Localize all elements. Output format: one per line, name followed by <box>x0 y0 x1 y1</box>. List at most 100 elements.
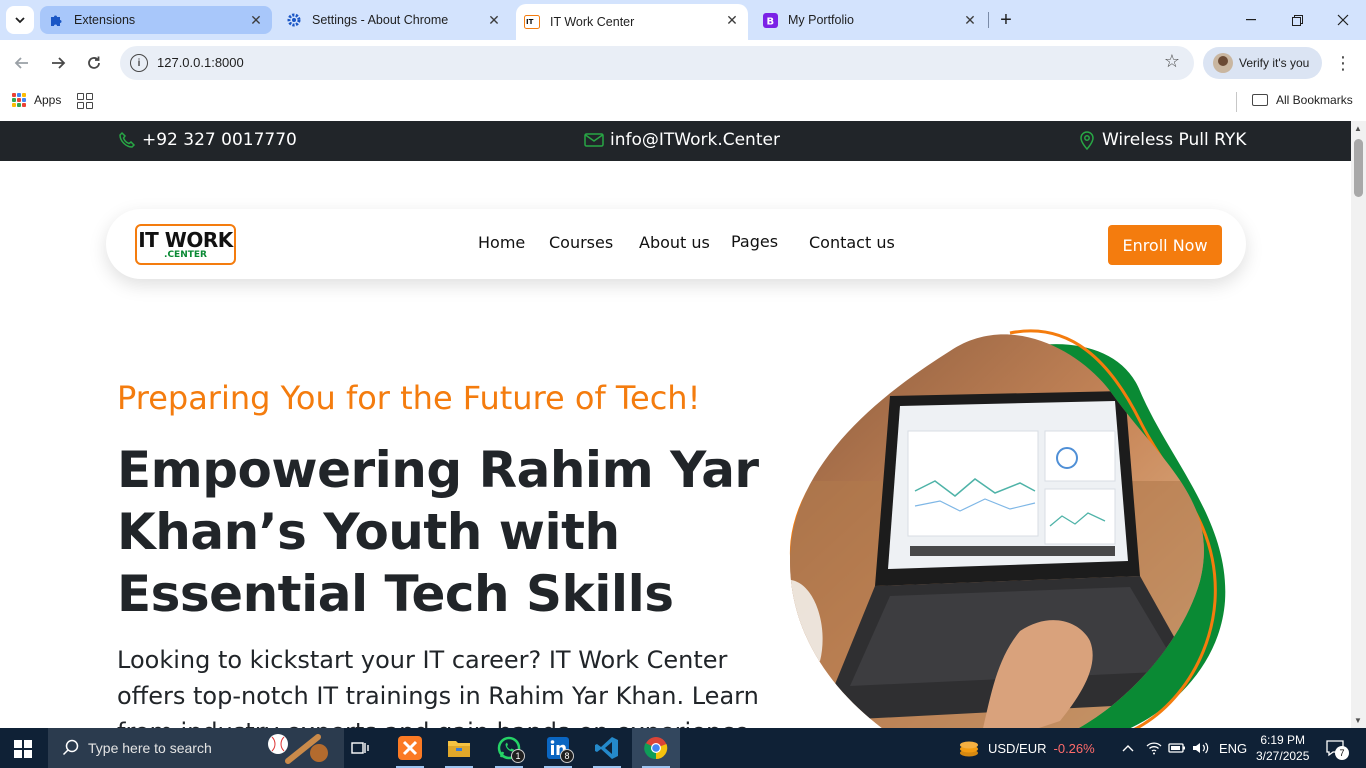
tab-title: IT Work Center <box>550 15 635 29</box>
clock-time: 6:19 PM <box>1260 733 1306 747</box>
coins-icon <box>960 741 978 757</box>
bootstrap-icon: B <box>762 12 778 28</box>
nav-home[interactable]: Home <box>478 233 525 252</box>
search-placeholder: Type here to search <box>88 740 212 756</box>
browser-toolbar: i 127.0.0.1:8000 ☆ Verify it's you ⋮ <box>0 40 1366 86</box>
nav-courses[interactable]: Courses <box>549 233 613 252</box>
all-bookmarks-label: All Bookmarks <box>1276 93 1353 107</box>
map-pin-icon <box>1080 131 1094 150</box>
bookmark-apps-label: Apps <box>34 93 62 107</box>
main-navbar: IT WORK .CENTER Home Courses About us Pa… <box>106 209 1246 279</box>
linkedin-badge: 8 <box>560 749 574 763</box>
scroll-down-icon[interactable]: ▼ <box>1354 716 1362 725</box>
tab-separator <box>988 12 989 28</box>
avatar <box>1213 53 1233 73</box>
page-scrollbar[interactable]: ▲ ▼ <box>1351 121 1366 728</box>
minimize-button[interactable] <box>1228 0 1274 40</box>
whatsapp-icon[interactable]: 1 <box>489 732 529 768</box>
profile-label: Verify it's you <box>1239 56 1310 70</box>
page-viewport: +92 327 0017770 info@ITWork.Center Wirel… <box>0 121 1351 728</box>
bookmarks-bar: Apps All Bookmarks <box>0 86 1366 121</box>
topbar-location[interactable]: Wireless Pull RYK <box>1078 130 1246 150</box>
tab-title: Settings - About Chrome <box>312 13 449 27</box>
scrollbar-thumb[interactable] <box>1354 139 1363 197</box>
baseball-icon <box>267 734 328 764</box>
xampp-icon[interactable] <box>390 732 430 768</box>
tab-settings[interactable]: Settings - About Chrome ✕ <box>278 6 510 34</box>
search-icon <box>62 739 79 756</box>
battery-icon[interactable] <box>1168 728 1186 768</box>
reload-icon <box>88 56 100 69</box>
file-explorer-icon[interactable] <box>439 732 479 768</box>
tab-search-button[interactable] <box>6 6 34 34</box>
taskbar-search[interactable]: Type here to search <box>48 728 344 768</box>
show-hidden-icons[interactable] <box>1122 728 1134 768</box>
email-address: info@ITWork.Center <box>610 130 780 150</box>
tab-title: My Portfolio <box>788 13 854 27</box>
tab-title: Extensions <box>74 13 136 27</box>
profile-button[interactable]: Verify it's you <box>1203 47 1322 79</box>
enroll-now-button[interactable]: Enroll Now <box>1108 225 1222 265</box>
logo-text-main: IT WORK <box>138 227 233 252</box>
hero-tagline: Preparing You for the Future of Tech! <box>117 379 701 417</box>
notification-count: 7 <box>1335 746 1349 760</box>
new-tab-button[interactable]: + <box>994 8 1018 32</box>
site-logo[interactable]: IT WORK .CENTER <box>135 224 236 265</box>
site-info-icon[interactable]: i <box>130 54 148 72</box>
bookmark-star-icon[interactable]: ☆ <box>1164 51 1180 72</box>
tab-extensions[interactable]: Extensions ✕ <box>40 6 272 34</box>
volume-icon[interactable] <box>1192 728 1210 768</box>
logo-text-sub: .CENTER <box>164 249 207 260</box>
tab-groups-icon[interactable] <box>77 93 93 109</box>
svg-text:IT: IT <box>526 18 534 26</box>
reload-button[interactable] <box>80 49 108 77</box>
contact-topbar: +92 327 0017770 info@ITWork.Center Wirel… <box>0 121 1351 161</box>
nav-pages[interactable]: Pages <box>731 232 778 251</box>
topbar-email[interactable]: info@ITWork.Center <box>584 130 780 150</box>
url-text[interactable]: 127.0.0.1:8000 <box>157 55 244 70</box>
nav-about-us[interactable]: About us <box>639 233 710 252</box>
close-tab-icon[interactable]: ✕ <box>248 12 264 28</box>
menu-kebab-icon[interactable]: ⋮ <box>1332 52 1354 74</box>
chevron-down-icon <box>15 17 25 24</box>
clock[interactable]: 6:19 PM 3/27/2025 <box>1256 728 1309 768</box>
language-indicator[interactable]: ENG <box>1219 728 1247 768</box>
hero-description: Looking to kickstart your IT career? IT … <box>117 646 759 728</box>
wifi-icon[interactable] <box>1146 728 1162 768</box>
notification-center-icon[interactable]: 7 <box>1325 728 1349 768</box>
address-bar[interactable]: i 127.0.0.1:8000 ☆ <box>120 46 1194 80</box>
linkedin-icon[interactable]: 8 <box>538 732 578 768</box>
all-bookmarks[interactable]: All Bookmarks <box>1252 93 1353 107</box>
folder-icon <box>1252 94 1268 106</box>
close-tab-icon[interactable]: ✕ <box>724 12 740 28</box>
ticker-label: USD/EUR <box>988 740 1047 756</box>
topbar-phone[interactable]: +92 327 0017770 <box>118 130 297 150</box>
location-text: Wireless Pull RYK <box>1102 130 1247 150</box>
currency-ticker[interactable]: USD/EUR -0.26% <box>958 728 1095 768</box>
close-tab-icon[interactable]: ✕ <box>962 12 978 28</box>
hero-laptop-image <box>789 329 1226 728</box>
task-view-icon[interactable] <box>340 732 380 764</box>
itwc-favicon: IT <box>524 14 540 30</box>
chevron-up-icon <box>1122 745 1134 752</box>
apps-grid-icon <box>12 93 26 107</box>
gear-icon <box>286 12 302 28</box>
tab-my-portfolio[interactable]: B My Portfolio ✕ <box>754 6 986 34</box>
tab-it-work-center[interactable]: IT IT Work Center ✕ <box>516 4 748 40</box>
chrome-icon[interactable] <box>632 728 680 768</box>
bookmark-separator <box>1236 92 1237 112</box>
scroll-up-icon[interactable]: ▲ <box>1354 124 1362 133</box>
back-button[interactable] <box>8 49 36 77</box>
bookmark-apps[interactable]: Apps <box>12 93 61 107</box>
ticker-change: -0.26% <box>1053 740 1095 756</box>
restore-button[interactable] <box>1274 0 1320 40</box>
vscode-icon[interactable] <box>587 732 627 768</box>
forward-button[interactable] <box>44 49 72 77</box>
arrow-right-icon <box>52 57 66 69</box>
windows-start-icon[interactable] <box>14 740 32 758</box>
close-window-button[interactable] <box>1320 0 1366 40</box>
windows-taskbar: Type here to search 1 8 USD/EUR -0.26% E… <box>0 728 1366 768</box>
close-tab-icon[interactable]: ✕ <box>486 12 502 28</box>
whatsapp-badge: 1 <box>511 749 525 763</box>
nav-contact-us[interactable]: Contact us <box>809 233 895 252</box>
